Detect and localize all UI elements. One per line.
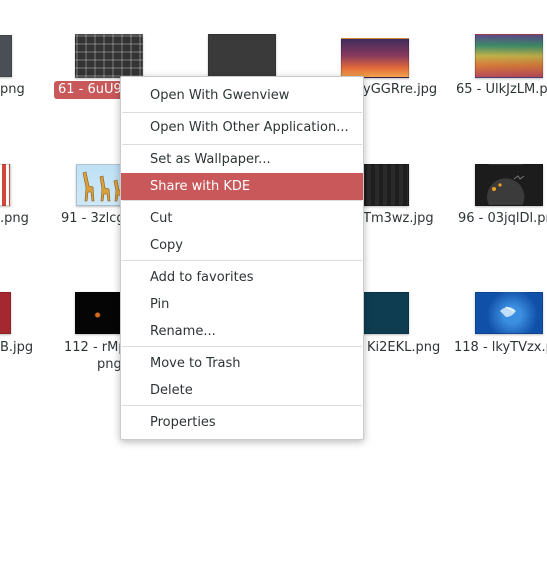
file-name[interactable]: Ki2EKL.png (367, 339, 440, 357)
file-name[interactable]: 96 - 03jqlDl.pn (458, 210, 547, 228)
menu-item-open-with-gwenview[interactable]: Open With Gwenview (121, 82, 363, 109)
file-name[interactable]: 118 - lkyTVzx.pn (454, 339, 547, 357)
file-thumbnail[interactable] (341, 38, 409, 78)
file-thumbnail[interactable] (75, 292, 125, 334)
menu-separator (122, 260, 362, 261)
file-name[interactable]: png (0, 81, 25, 99)
menu-separator (122, 405, 362, 406)
file-name[interactable]: .png (0, 210, 29, 228)
file-name[interactable]: yGGRre.jpg (363, 81, 437, 99)
menu-item-delete[interactable]: Delete (121, 377, 363, 404)
menu-item-open-with-other-application[interactable]: Open With Other Application... (121, 114, 363, 141)
file-thumbnail[interactable] (475, 34, 543, 78)
menu-separator (122, 112, 362, 113)
blue-abstract-image (500, 306, 516, 317)
file-thumbnail[interactable] (362, 164, 409, 206)
menu-item-cut[interactable]: Cut (121, 205, 363, 232)
context-menu: Open With Gwenview Open With Other Appli… (120, 76, 364, 440)
night-scene-image (492, 175, 525, 191)
menu-item-copy[interactable]: Copy (121, 232, 363, 259)
file-name[interactable]: Tm3wz.jpg (363, 210, 434, 228)
menu-item-move-to-trash[interactable]: Move to Trash (121, 350, 363, 377)
file-name[interactable]: 112 - rMp (64, 339, 127, 357)
menu-item-pin[interactable]: Pin (121, 291, 363, 318)
menu-item-rename[interactable]: Rename... (121, 318, 363, 345)
file-name[interactable]: B.jpg (0, 339, 33, 357)
file-thumbnail[interactable] (76, 164, 126, 206)
file-thumbnail[interactable] (208, 34, 276, 78)
file-thumbnail[interactable] (475, 164, 543, 206)
menu-item-add-to-favorites[interactable]: Add to favorites (121, 264, 363, 291)
menu-separator (122, 346, 362, 347)
menu-separator (122, 144, 362, 145)
menu-item-share-with-kde[interactable]: Share with KDE (121, 173, 363, 200)
file-name-line2[interactable]: png (97, 356, 122, 374)
file-name[interactable]: 65 - UlkJzLM.pn (456, 81, 547, 99)
file-thumbnail[interactable] (0, 164, 11, 206)
menu-item-properties[interactable]: Properties (121, 409, 363, 436)
file-thumbnail[interactable] (475, 292, 543, 334)
file-thumbnail[interactable] (0, 35, 12, 77)
file-thumbnail[interactable] (362, 292, 409, 334)
file-thumbnail[interactable] (0, 292, 11, 334)
file-thumbnail[interactable] (75, 34, 143, 78)
menu-separator (122, 200, 362, 201)
menu-item-set-as-wallpaper[interactable]: Set as Wallpaper... (121, 146, 363, 173)
giraffe-image (82, 171, 124, 202)
